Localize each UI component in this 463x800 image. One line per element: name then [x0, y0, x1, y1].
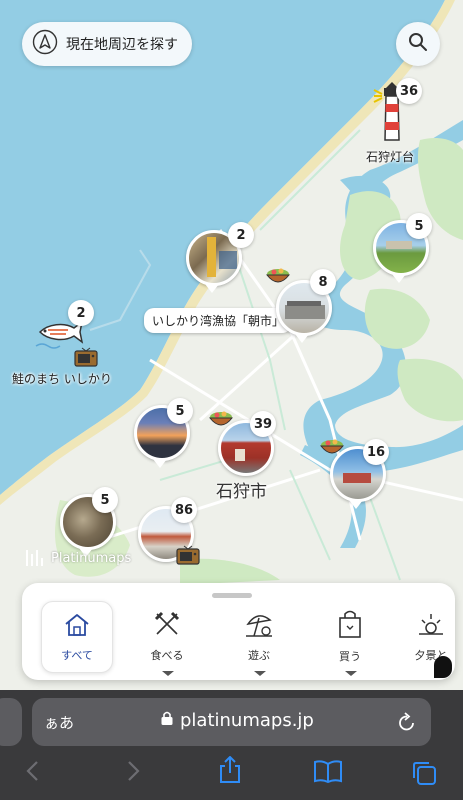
station-count-badge: 86: [171, 497, 198, 523]
chevron-down-icon[interactable]: [345, 671, 357, 676]
chevron-down-icon[interactable]: [254, 671, 266, 676]
back-icon[interactable]: [24, 760, 42, 786]
oysters-count-badge: 5: [92, 487, 118, 513]
reload-icon[interactable]: [397, 711, 417, 737]
previous-tab-edge[interactable]: [0, 698, 22, 746]
category-eat[interactable]: 食べる: [132, 601, 202, 671]
bridge-count-badge: 16: [363, 439, 390, 465]
shopping-bag-icon: [337, 609, 363, 642]
navigation-arrow-icon: [32, 29, 58, 59]
building-count-badge: 8: [310, 269, 336, 295]
forward-icon[interactable]: [124, 760, 142, 786]
park-pin-tail: [392, 274, 406, 283]
sunset-icon: [417, 610, 445, 641]
bridge-pin-tail: [349, 500, 363, 509]
platinumaps-watermark: Platinumaps: [24, 548, 131, 568]
share-icon[interactable]: [218, 755, 242, 788]
city-label: 石狩市: [216, 482, 267, 502]
sunset-pin-tail: [153, 459, 167, 468]
home-icon: [63, 612, 91, 641]
search-icon: [408, 32, 428, 56]
category-buy-label: 買う: [339, 649, 361, 663]
category-all-label: すべて: [61, 648, 93, 662]
platinumaps-logo-icon: [26, 550, 43, 566]
market-callout[interactable]: いしかり湾漁協「朝市」: [144, 308, 293, 333]
url-display[interactable]: platinumaps.jp: [160, 710, 314, 731]
map-canvas[interactable]: 現在地周辺を探す 36 石狩灯台 2 いしかり湾漁協「朝市」 8 5 2 鮭のま…: [0, 0, 463, 690]
safari-toolbar: ぁあ platinumaps.jp: [0, 690, 463, 800]
locate-nearby-label: 現在地周辺を探す: [66, 37, 178, 53]
sunset-count-badge: 5: [167, 398, 193, 424]
category-all[interactable]: すべて: [41, 601, 113, 673]
beach-umbrella-icon: [244, 610, 274, 641]
text-size-button[interactable]: ぁあ: [44, 712, 74, 733]
url-text: platinumaps.jp: [180, 710, 314, 731]
chevron-down-icon[interactable]: [162, 671, 174, 676]
scroll-indicator-dot: [434, 656, 452, 678]
category-play-label: 遊ぶ: [248, 648, 270, 662]
category-play[interactable]: 遊ぶ: [224, 601, 294, 671]
salmon-count-badge: 2: [68, 300, 94, 326]
salmon-label: 鮭のまち いしかり: [12, 372, 112, 386]
category-eat-label: 食べる: [150, 648, 184, 662]
fork-knife-icon: [153, 610, 181, 641]
tv-icon: [74, 347, 98, 367]
search-button[interactable]: [396, 22, 440, 66]
city-count-badge: 39: [250, 411, 277, 437]
lighthouse-count-badge: 36: [396, 78, 423, 104]
category-sheet: すべて 食べる 遊ぶ 買う 夕景と: [22, 583, 455, 680]
market-count-badge: 2: [228, 222, 254, 248]
building-pin-tail: [295, 334, 309, 343]
lighthouse-label: 石狩灯台: [366, 150, 415, 164]
market-pin-tail: [205, 284, 219, 293]
sheet-drag-handle[interactable]: [212, 593, 252, 598]
tabs-icon[interactable]: [411, 760, 437, 790]
bookmarks-icon[interactable]: [313, 760, 343, 788]
tv-icon: [176, 545, 200, 565]
watermark-text: Platinumaps: [51, 550, 132, 566]
address-bar[interactable]: ぁあ platinumaps.jp: [32, 698, 431, 746]
lock-icon: [160, 710, 174, 731]
category-buy[interactable]: 買う: [315, 601, 385, 671]
rice-bowl-icon: [265, 265, 291, 287]
park-count-badge: 5: [406, 213, 432, 239]
locate-nearby-button[interactable]: 現在地周辺を探す: [22, 22, 192, 66]
